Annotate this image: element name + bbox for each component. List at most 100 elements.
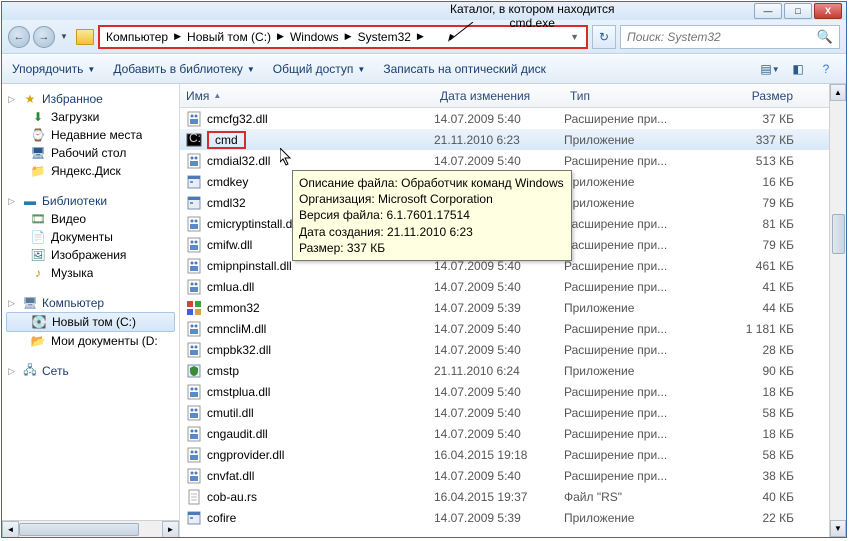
help-icon[interactable]: ? <box>816 59 836 79</box>
file-name: cmcfg32.dll <box>207 112 268 126</box>
sidebar-item[interactable]: 💽Новый том (C:) <box>6 312 175 332</box>
sidebar-item[interactable]: ♪Музыка <box>2 264 179 282</box>
file-date: 14.07.2009 5:40 <box>434 154 564 168</box>
libraries-header[interactable]: ▷ ▬ Библиотеки <box>2 192 179 210</box>
share-menu[interactable]: Общий доступ▼ <box>273 62 366 76</box>
favorites-header[interactable]: ▷ ★ Избранное <box>2 90 179 108</box>
file-type: Расширение при... <box>564 448 704 462</box>
item-icon: 📂 <box>30 334 46 348</box>
file-date: 16.04.2015 19:37 <box>434 490 564 504</box>
file-row[interactable]: cmstplua.dll14.07.2009 5:40Расширение пр… <box>180 381 846 402</box>
minimize-button[interactable]: — <box>754 3 782 19</box>
file-icon <box>186 279 202 295</box>
scroll-up-button[interactable]: ▲ <box>830 84 846 101</box>
file-name: cngaudit.dll <box>207 427 268 441</box>
file-row[interactable]: cob-au.rs16.04.2015 19:37Файл "RS"40 КБ <box>180 486 846 507</box>
file-icon <box>186 426 202 442</box>
maximize-button[interactable]: □ <box>784 3 812 19</box>
file-size: 18 КБ <box>704 385 794 399</box>
file-name: cmipnpinstall.dll <box>207 259 292 273</box>
scroll-down-button[interactable]: ▼ <box>830 520 846 537</box>
sidebar-item[interactable]: 📁Яндекс.Диск <box>2 162 179 180</box>
computer-header[interactable]: ▷ 🖥 Компьютер <box>2 294 179 312</box>
file-row[interactable]: cmmon3214.07.2009 5:39Приложение44 КБ <box>180 297 846 318</box>
address-dropdown[interactable]: ▼ <box>567 32 582 42</box>
network-header[interactable]: ▷ 🖧 Сеть <box>2 362 179 380</box>
sidebar-item[interactable]: 🎞Видео <box>2 210 179 228</box>
file-size: 40 КБ <box>704 490 794 504</box>
history-dropdown[interactable]: ▼ <box>58 26 70 48</box>
item-icon: ⬇ <box>30 110 46 124</box>
breadcrumb-windows[interactable]: Windows <box>288 30 341 44</box>
chevron-right-icon[interactable]: ▶ <box>341 31 356 42</box>
preview-pane-icon[interactable]: ◧ <box>788 59 808 79</box>
sidebar-item[interactable]: ⌚Недавние места <box>2 126 179 144</box>
column-date[interactable]: Дата изменения <box>434 89 564 103</box>
file-icon <box>186 384 202 400</box>
file-name: cob-au.rs <box>207 490 257 504</box>
file-name: cmicryptinstall.dl <box>207 217 295 231</box>
file-icon <box>186 111 202 127</box>
file-date: 14.07.2009 5:39 <box>434 511 564 525</box>
column-type[interactable]: Тип <box>564 89 704 103</box>
search-input[interactable] <box>627 30 817 44</box>
file-size: 81 КБ <box>704 217 794 231</box>
view-options-icon[interactable]: ▤▼ <box>760 59 780 79</box>
file-row[interactable]: cngaudit.dll14.07.2009 5:40Расширение пр… <box>180 423 846 444</box>
item-icon: 🖼 <box>30 248 46 262</box>
file-size: 16 КБ <box>704 175 794 189</box>
file-row[interactable]: cnvfat.dll14.07.2009 5:40Расширение при.… <box>180 465 846 486</box>
scroll-thumb[interactable] <box>832 214 845 254</box>
chevron-right-icon[interactable]: ▶ <box>273 31 288 42</box>
file-size: 58 КБ <box>704 406 794 420</box>
organize-menu[interactable]: Упорядочить▼ <box>12 62 95 76</box>
file-icon <box>186 510 202 526</box>
item-icon: 💽 <box>31 315 47 329</box>
sidebar-item[interactable]: ⬇Загрузки <box>2 108 179 126</box>
file-row[interactable]: cmncliM.dll14.07.2009 5:40Расширение при… <box>180 318 846 339</box>
file-type: Приложение <box>564 511 704 525</box>
item-label: Недавние места <box>51 128 142 142</box>
file-row[interactable]: cmlua.dll14.07.2009 5:40Расширение при..… <box>180 276 846 297</box>
file-icon <box>186 300 202 316</box>
file-row[interactable]: cmpbk32.dll14.07.2009 5:40Расширение при… <box>180 339 846 360</box>
file-row[interactable]: cofire14.07.2009 5:39Приложение22 КБ <box>180 507 846 528</box>
file-row[interactable]: C:\cmd21.11.2010 6:23Приложение337 КБ <box>180 129 846 150</box>
sidebar-item[interactable]: 📄Документы <box>2 228 179 246</box>
breadcrumb-system32[interactable]: System32 <box>356 30 413 44</box>
sidebar-item[interactable]: 📂Мои документы (D: <box>2 332 179 350</box>
file-size: 18 КБ <box>704 427 794 441</box>
file-name: cmncliM.dll <box>207 322 266 336</box>
file-type: Расширение при... <box>564 112 704 126</box>
file-row[interactable]: cngprovider.dll16.04.2015 19:18Расширени… <box>180 444 846 465</box>
column-name[interactable]: Имя▲ <box>180 89 434 103</box>
sidebar-item[interactable]: 🖥Рабочий стол <box>2 144 179 162</box>
close-button[interactable]: X <box>814 3 842 19</box>
file-row[interactable]: cmutil.dll14.07.2009 5:40Расширение при.… <box>180 402 846 423</box>
sidebar-item[interactable]: 🖼Изображения <box>2 246 179 264</box>
back-button[interactable]: ← <box>8 26 30 48</box>
sidebar: ▷ ★ Избранное ⬇Загрузки⌚Недавние места🖥Р… <box>2 84 180 537</box>
chevron-right-icon[interactable]: ▶ <box>413 31 428 42</box>
file-list[interactable]: cmcfg32.dll14.07.2009 5:40Расширение при… <box>180 108 846 537</box>
file-name: cnvfat.dll <box>207 469 254 483</box>
file-row[interactable]: cmstp21.11.2010 6:24Приложение90 КБ <box>180 360 846 381</box>
file-row[interactable]: cmcfg32.dll14.07.2009 5:40Расширение при… <box>180 108 846 129</box>
search-box[interactable]: 🔍 <box>620 25 840 49</box>
libraries-icon: ▬ <box>22 194 38 208</box>
column-size[interactable]: Размер <box>704 89 799 103</box>
file-vscrollbar[interactable]: ▲ ▼ <box>829 84 846 537</box>
search-icon: 🔍 <box>817 29 833 45</box>
include-menu[interactable]: Добавить в библиотеку▼ <box>113 62 254 76</box>
breadcrumb-drive[interactable]: Новый том (C:) <box>185 30 273 44</box>
breadcrumb-computer[interactable]: Компьютер <box>104 30 170 44</box>
sidebar-hscrollbar[interactable]: ◄ ► <box>2 520 179 537</box>
burn-button[interactable]: Записать на оптический диск <box>383 62 546 76</box>
file-icon <box>186 153 202 169</box>
file-icon <box>186 321 202 337</box>
file-type: Расширение при... <box>564 385 704 399</box>
forward-button[interactable]: → <box>33 26 55 48</box>
chevron-right-icon[interactable]: ▶ <box>170 31 185 42</box>
file-date: 14.07.2009 5:40 <box>434 406 564 420</box>
folder-icon <box>76 29 94 45</box>
